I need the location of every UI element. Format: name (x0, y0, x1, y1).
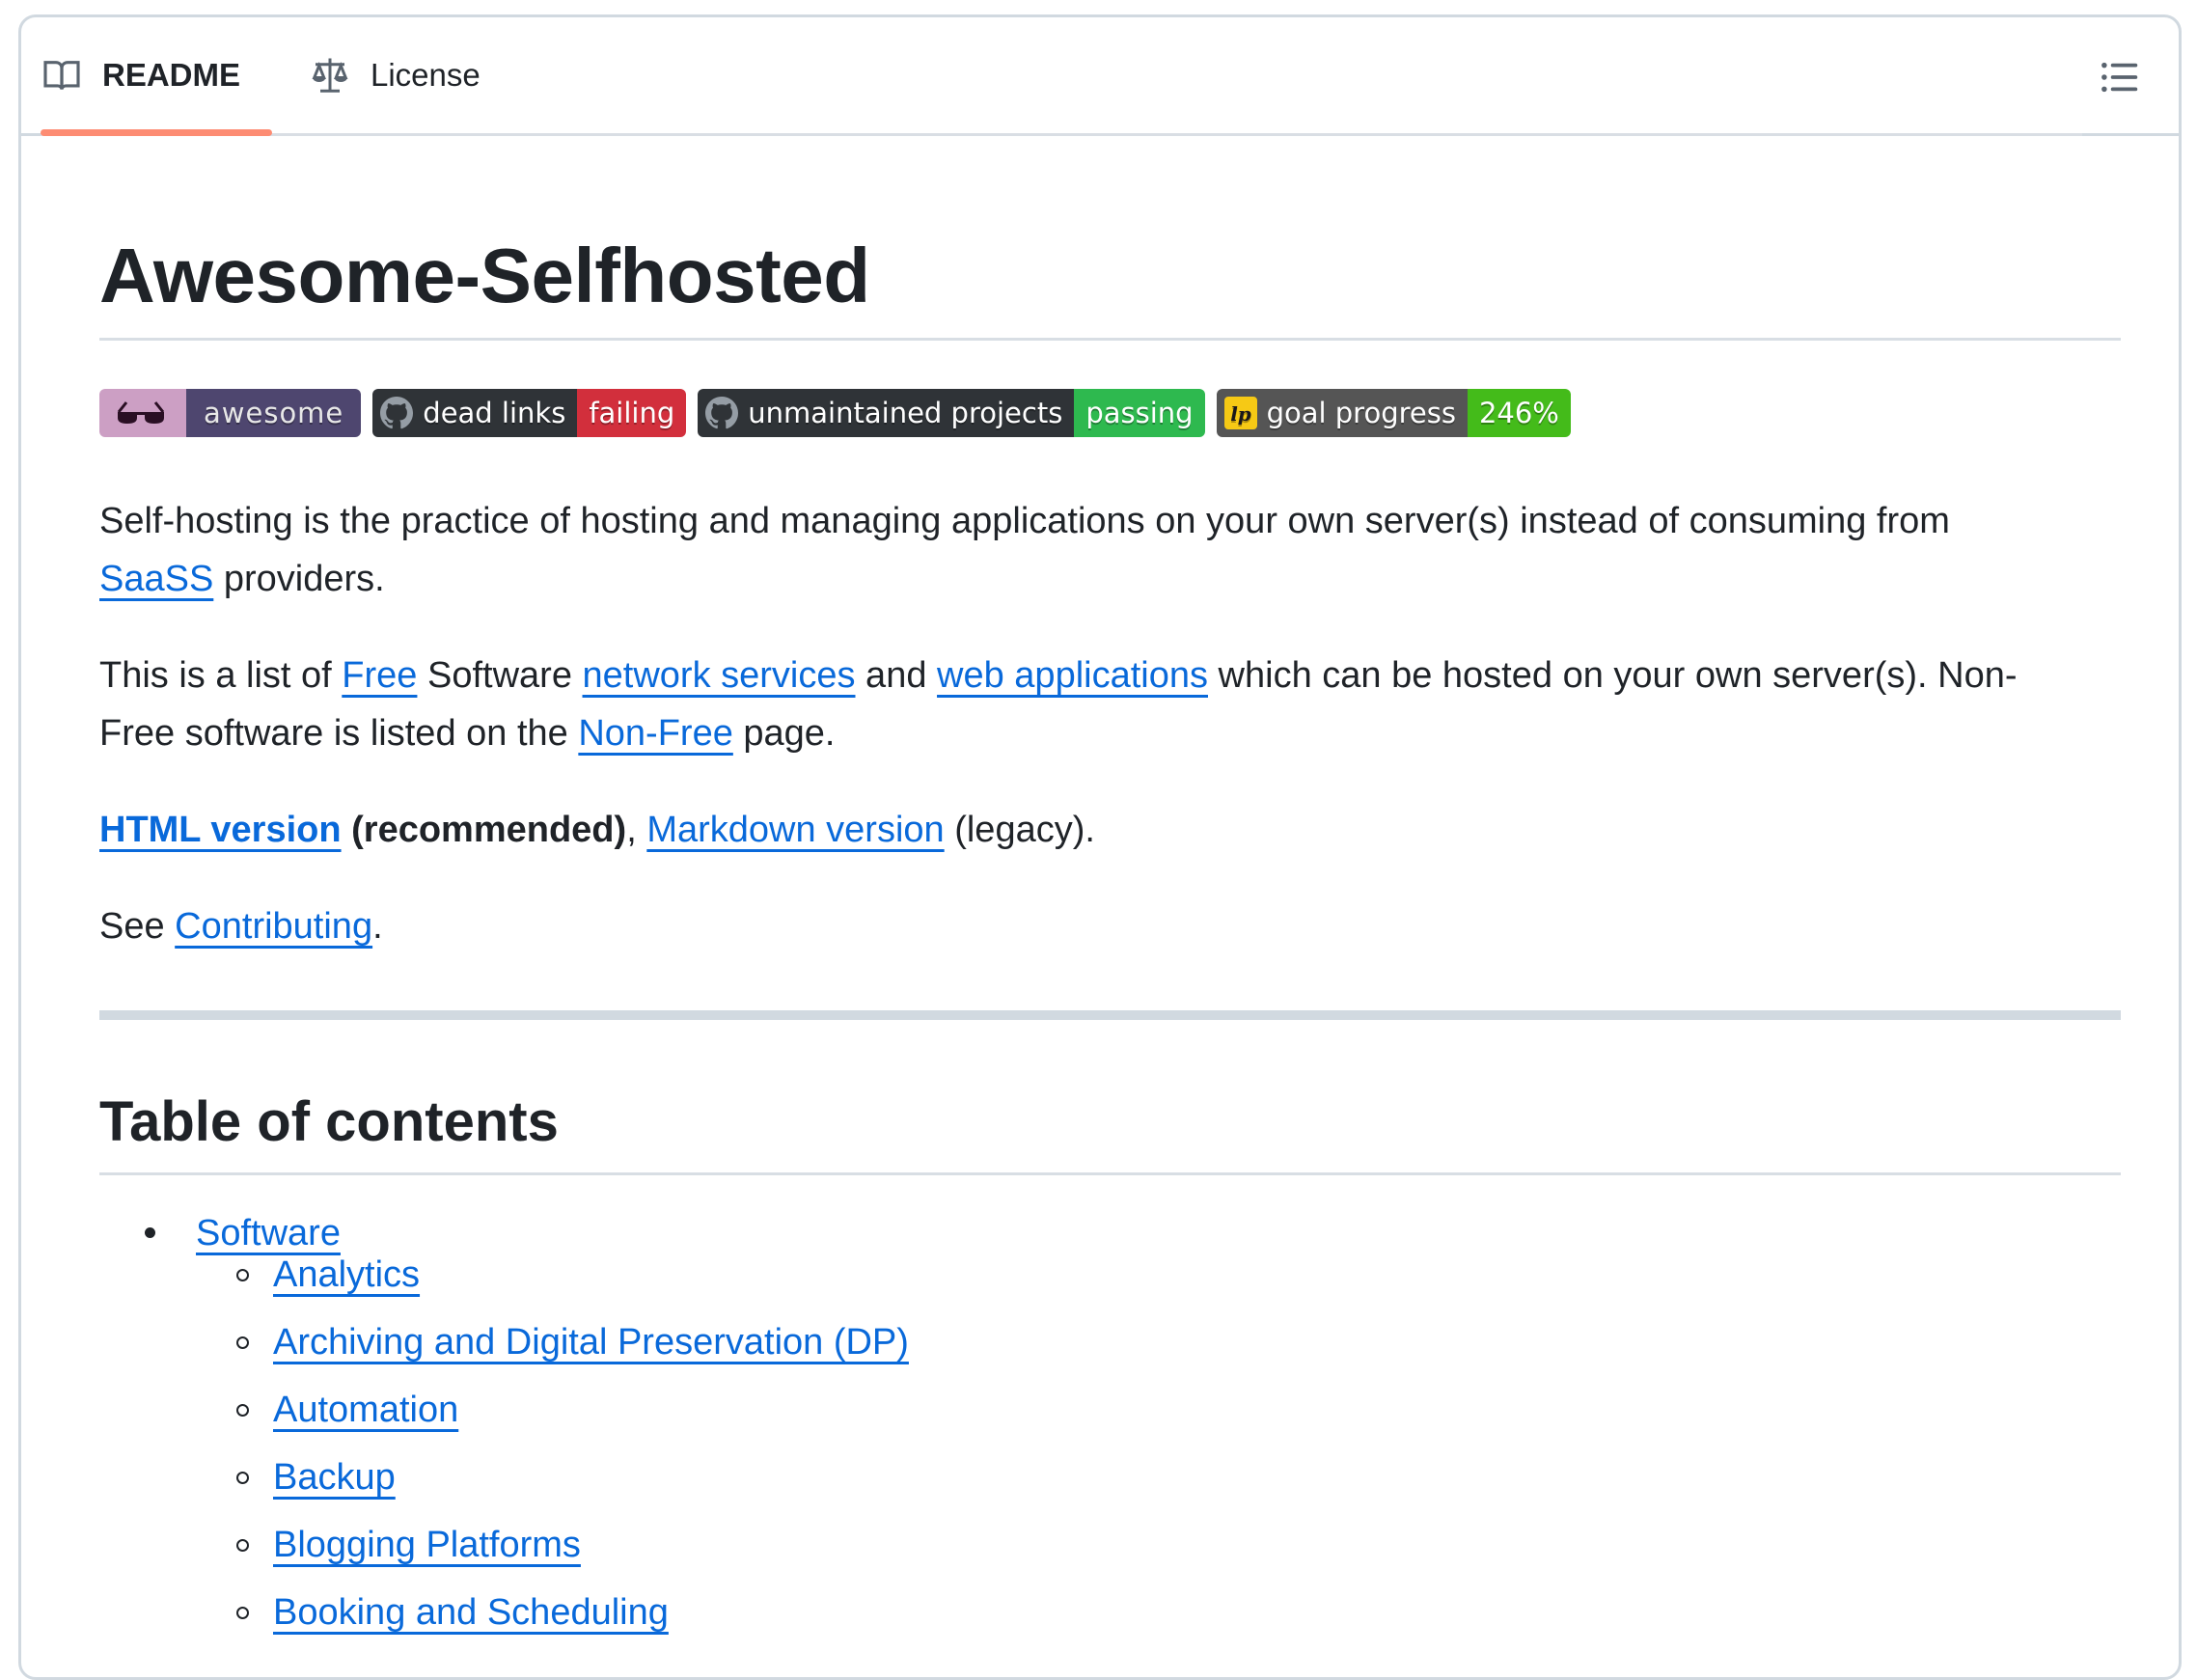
text: page. (732, 713, 836, 754)
circle-bullet-icon (236, 1472, 249, 1484)
toc-item: Blogging Platforms (273, 1516, 581, 1574)
github-icon (380, 397, 414, 429)
non-free-link[interactable]: Non-Free (578, 713, 733, 754)
circle-bullet-icon (236, 1539, 249, 1552)
text: (legacy). (944, 810, 1095, 850)
outline-button[interactable] (2098, 56, 2140, 98)
text: Free software is listed on the (99, 713, 579, 754)
toc-link[interactable]: Automation (273, 1390, 458, 1430)
badge-label: unmaintained projects (748, 397, 1063, 429)
tab-track (41, 133, 2082, 136)
tab-readme[interactable]: README (42, 51, 240, 99)
text: , (626, 810, 647, 850)
liberapay-icon: lp (1223, 397, 1257, 429)
circle-bullet-icon (236, 1607, 249, 1619)
list-unordered-icon (2101, 62, 2138, 93)
text: which can be hosted on your own server(s… (1208, 655, 2018, 696)
readme-header: README License (21, 17, 2179, 136)
toc-item: Booking and Scheduling (273, 1584, 669, 1641)
badge-value: 246% (1467, 389, 1571, 437)
toc-item: Analytics (273, 1246, 420, 1304)
disc-bullet-icon (145, 1227, 155, 1238)
circle-bullet-icon (236, 1269, 249, 1281)
law-scale-icon (312, 58, 348, 93)
text: Self-hosting is the practice of hosting … (99, 501, 1950, 541)
page-title: Awesome-Selfhosted (99, 228, 2121, 341)
badge-status: failing (577, 389, 687, 437)
badge-left (99, 389, 186, 437)
toc-item: Automation (273, 1381, 458, 1439)
markdown-version-link[interactable]: Markdown version (646, 810, 944, 850)
free-link[interactable]: Free (342, 655, 417, 696)
text: and (855, 655, 938, 696)
web-applications-link[interactable]: web applications (937, 655, 1208, 696)
horizontal-rule (99, 1010, 2121, 1020)
badge-status: passing (1074, 389, 1205, 437)
badge-label: dead links (423, 397, 566, 429)
circle-bullet-icon (236, 1404, 249, 1417)
text: . (372, 906, 383, 947)
intro-paragraph: Self-hosting is the practice of hosting … (99, 492, 2135, 608)
html-version-link[interactable]: HTML version (99, 810, 342, 850)
network-services-link[interactable]: network services (583, 655, 856, 696)
text: Software (417, 655, 583, 696)
sunglasses-icon (117, 401, 165, 424)
badge-unmaintained-projects[interactable]: unmaintained projects passing (698, 389, 1205, 437)
badge-dead-links[interactable]: dead links failing (372, 389, 687, 437)
toc-item: Archiving and Digital Preservation (DP) (273, 1313, 909, 1371)
list-description-paragraph: This is a list of Free Software network … (99, 647, 2135, 762)
recommended-label: (recommended) (341, 810, 627, 850)
tab-label: License (371, 57, 481, 93)
versions-paragraph: HTML version (recommended), Markdown ver… (99, 801, 2135, 859)
badge-row: awesome dead links failing unmaintained … (99, 389, 1571, 437)
book-icon (43, 61, 80, 90)
circle-bullet-icon (236, 1336, 249, 1349)
badge-awesome[interactable]: awesome (99, 389, 362, 437)
badge-right: awesome (186, 389, 362, 437)
toc-link[interactable]: Analytics (273, 1254, 420, 1295)
badge-label: goal progress (1266, 397, 1456, 429)
badge-left: unmaintained projects (698, 389, 1075, 437)
badge-left: dead links (372, 389, 578, 437)
text: See (99, 906, 176, 947)
badge-goal-progress[interactable]: lp goal progress 246% (1216, 389, 1571, 437)
toc-link[interactable]: Blogging Platforms (273, 1525, 581, 1565)
github-icon (705, 397, 739, 429)
active-tab-indicator (41, 129, 272, 136)
badge-left: lp goal progress (1216, 389, 1468, 437)
toc-link[interactable]: Booking and Scheduling (273, 1592, 669, 1633)
toc-heading: Table of contents (99, 1084, 2121, 1175)
toc-link[interactable]: Backup (273, 1457, 396, 1498)
text: providers. (213, 559, 385, 599)
toc-link[interactable]: Archiving and Digital Preservation (DP) (273, 1322, 909, 1363)
svg-text:lp: lp (1230, 402, 1251, 426)
contributing-paragraph: See Contributing. (99, 897, 2135, 955)
toc-item: Backup (273, 1448, 396, 1506)
contributing-link[interactable]: Contributing (175, 906, 372, 947)
saass-link[interactable]: SaaSS (99, 559, 213, 599)
tab-label: README (102, 57, 241, 93)
text: This is a list of (99, 655, 343, 696)
readme-container: README License Awesome-Selfhosted awesom… (18, 14, 2182, 1680)
tab-license[interactable]: License (311, 51, 481, 99)
